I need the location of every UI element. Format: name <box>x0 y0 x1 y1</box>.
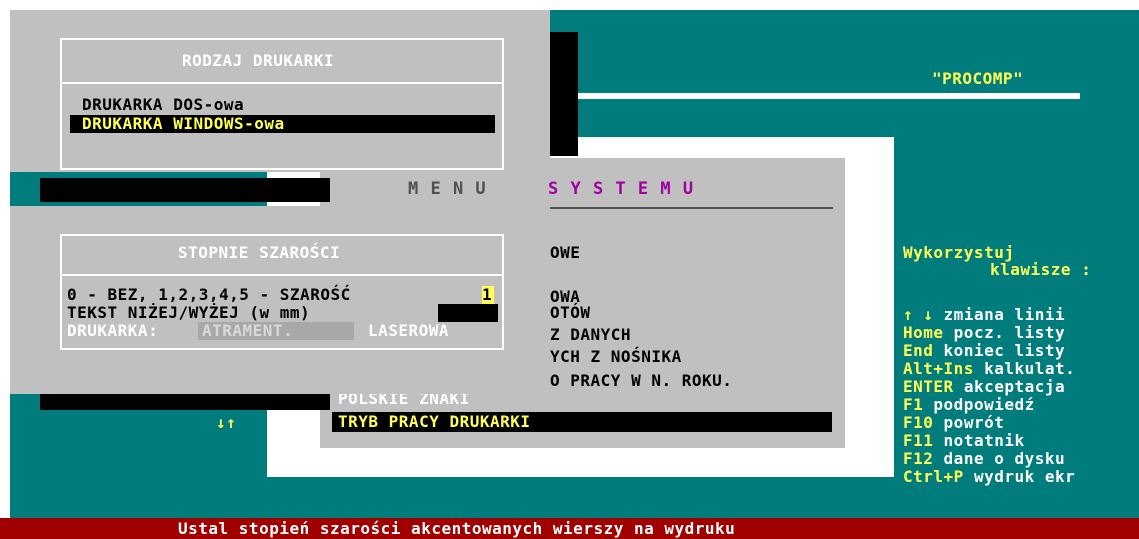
text-offset-input[interactable] <box>438 304 498 322</box>
help-key-row: ENTER akceptacja <box>903 378 1065 396</box>
help-desc: koniec listy <box>943 341 1066 360</box>
help-desc: powrót <box>943 413 1005 432</box>
company-name: "PROCOMP" <box>932 69 1024 88</box>
status-bar-text: Ustal stopień szarości akcentowanych wie… <box>178 519 736 538</box>
grayscale-dialog: STOPNIE SZAROŚCI 0 - BEZ, 1,2,3,4,5 - SZ… <box>10 206 550 394</box>
menu-item[interactable]: OWE <box>550 244 580 262</box>
dos-screen: "PROCOMP" M E N U S Y S T E M U OWE OWA … <box>10 10 1139 518</box>
header-underline <box>570 93 1080 99</box>
menu-title-bar-left-accent <box>10 178 40 202</box>
printer-type-dialog: RODZAJ DRUKARKI DRUKARKA DOS-owa DRUKARK… <box>10 10 550 172</box>
help-key: Home <box>903 323 944 342</box>
help-key: F11 <box>903 431 934 450</box>
grayscale-title: STOPNIE SZAROŚCI <box>178 243 341 262</box>
help-key-row: F1 podpowiedź <box>903 396 1035 414</box>
help-key: End <box>903 341 934 360</box>
help-key-row: Ctrl+P wydruk ekr <box>903 468 1075 486</box>
help-key-row: F11 notatnik <box>903 432 1025 450</box>
text-offset-label: TEKST NIŻEJ/WYŻEJ (w mm) <box>67 303 311 322</box>
grayscale-level-input[interactable]: 1 <box>482 286 492 304</box>
help-title-line2: klawisze : <box>990 260 1092 279</box>
grayscale-title-line <box>62 274 502 276</box>
help-key: Alt+Ins <box>903 359 974 378</box>
help-desc: notatnik <box>943 431 1025 450</box>
help-key-row: ↑ ↓ zmiana linii <box>903 306 1065 324</box>
help-key: ENTER <box>903 377 954 396</box>
help-key: Ctrl+P <box>903 467 964 486</box>
help-key-row: F10 powrót <box>903 414 1004 432</box>
menu-item[interactable]: OTÓW <box>550 304 591 322</box>
scroll-arrows-icon: ↓↑ <box>216 413 237 432</box>
help-key: F12 <box>903 449 934 468</box>
menu-title-right: S Y S T E M U <box>548 179 695 199</box>
menu-item[interactable]: O PRACY W N. ROKU. <box>550 372 732 390</box>
upper-black-column <box>550 32 578 156</box>
help-desc: dane o dysku <box>943 449 1066 468</box>
help-key-row: F12 dane o dysku <box>903 450 1065 468</box>
printer-kind-laser-option[interactable]: LASEROWA <box>368 322 449 340</box>
menu-title-left: M E N U <box>408 179 487 199</box>
help-desc: zmiana linii <box>943 305 1066 324</box>
printer-type-title-line <box>62 82 502 84</box>
help-key-row: Home pocz. listy <box>903 324 1065 342</box>
help-desc: podpowiedź <box>933 395 1035 414</box>
help-desc: wydruk ekr <box>973 467 1076 486</box>
help-desc: kalkulat. <box>984 359 1076 378</box>
menu-title-bar <box>40 178 330 202</box>
printer-type-title: RODZAJ DRUKARKI <box>182 51 334 70</box>
help-key: F10 <box>903 413 934 432</box>
menu-item[interactable]: Z DANYCH <box>550 326 631 344</box>
grayscale-level-label: 0 - BEZ, 1,2,3,4,5 - SZAROŚĆ <box>67 285 351 304</box>
printer-option-dos[interactable]: DRUKARKA DOS-owa <box>82 96 244 114</box>
menu-item-printer-mode[interactable]: TRYB PRACY DRUKARKI <box>338 413 531 431</box>
menu-shadow-bar <box>40 392 330 410</box>
help-key: F1 <box>903 395 924 414</box>
help-desc: akceptacja <box>963 377 1066 396</box>
printer-kind-ink-option[interactable]: ATRAMENT. <box>202 322 293 340</box>
help-key: ↑ ↓ <box>903 305 934 324</box>
help-desc: pocz. listy <box>953 323 1066 342</box>
help-key-row: End koniec listy <box>903 342 1065 360</box>
printer-kind-label: DRUKARKA: <box>67 321 159 340</box>
help-key-row: Alt+Ins kalkulat. <box>903 360 1075 378</box>
menu-item[interactable]: YCH Z NOŚNIKA <box>550 348 682 366</box>
printer-option-windows[interactable]: DRUKARKA WINDOWS-owa <box>82 115 285 133</box>
